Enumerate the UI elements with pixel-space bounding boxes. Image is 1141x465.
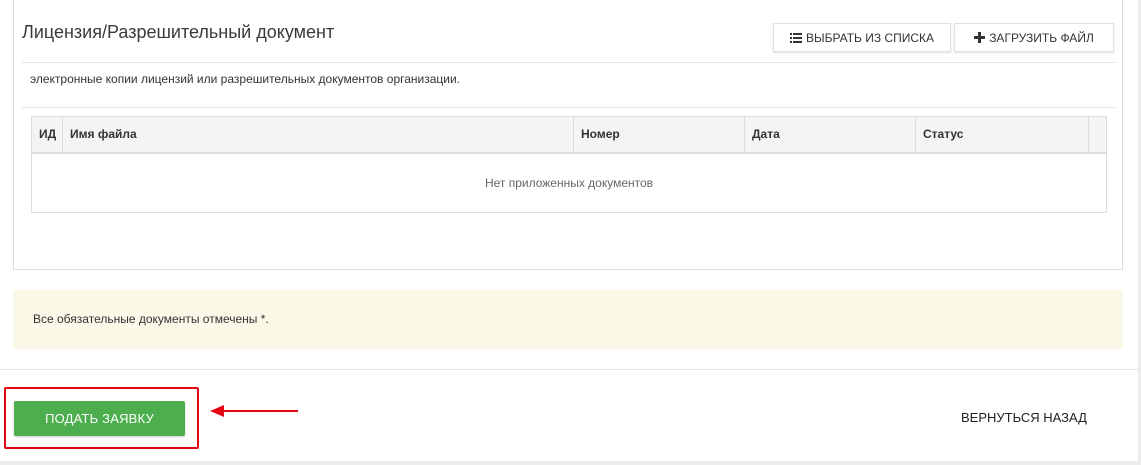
- divider: [22, 62, 1115, 63]
- list-icon: [789, 32, 802, 43]
- column-header-status[interactable]: Статус: [916, 117, 1089, 152]
- plus-icon: [974, 32, 986, 43]
- footer-divider: [0, 369, 1138, 370]
- select-from-list-button[interactable]: ВЫБРАТЬ ИЗ СПИСКА: [773, 23, 951, 52]
- required-documents-notice: Все обязательные документы отмечены *.: [13, 290, 1123, 349]
- panel-title: Лицензия/Разрешительный документ: [22, 22, 335, 42]
- column-header-date[interactable]: Дата: [745, 117, 916, 152]
- select-from-list-label: ВЫБРАТЬ ИЗ СПИСКА: [805, 30, 935, 45]
- upload-file-button[interactable]: ЗАГРУЗИТЬ ФАЙЛ: [954, 23, 1114, 52]
- empty-table-message: Нет приложенных документов: [484, 176, 654, 190]
- application-page: Лицензия/Разрешительный документ ВЫБРАТЬ…: [0, 0, 1141, 465]
- column-header-filename[interactable]: Имя файла: [63, 117, 574, 152]
- upload-file-label: ЗАГРУЗИТЬ ФАЙЛ: [989, 30, 1094, 45]
- column-header-id[interactable]: ИД: [32, 117, 63, 152]
- table-header: ИД Имя файла Номер Дата Статус: [32, 117, 1106, 154]
- column-header-actions: [1089, 117, 1106, 152]
- bottom-edge: [0, 461, 1138, 465]
- arrow-annotation-icon: [210, 405, 298, 417]
- go-back-link[interactable]: ВЕРНУТЬСЯ НАЗАД: [961, 410, 1087, 425]
- panel-description: электронные копии лицензий или разрешите…: [30, 72, 461, 86]
- submit-application-button[interactable]: ПОДАТЬ ЗАЯВКУ: [14, 401, 185, 436]
- notice-text: Все обязательные документы отмечены *.: [33, 312, 269, 326]
- documents-table: ИД Имя файла Номер Дата Статус Нет прило…: [31, 116, 1107, 213]
- license-document-panel: Лицензия/Разрешительный документ ВЫБРАТЬ…: [13, 0, 1123, 270]
- column-header-number[interactable]: Номер: [574, 117, 745, 152]
- divider: [22, 107, 1115, 108]
